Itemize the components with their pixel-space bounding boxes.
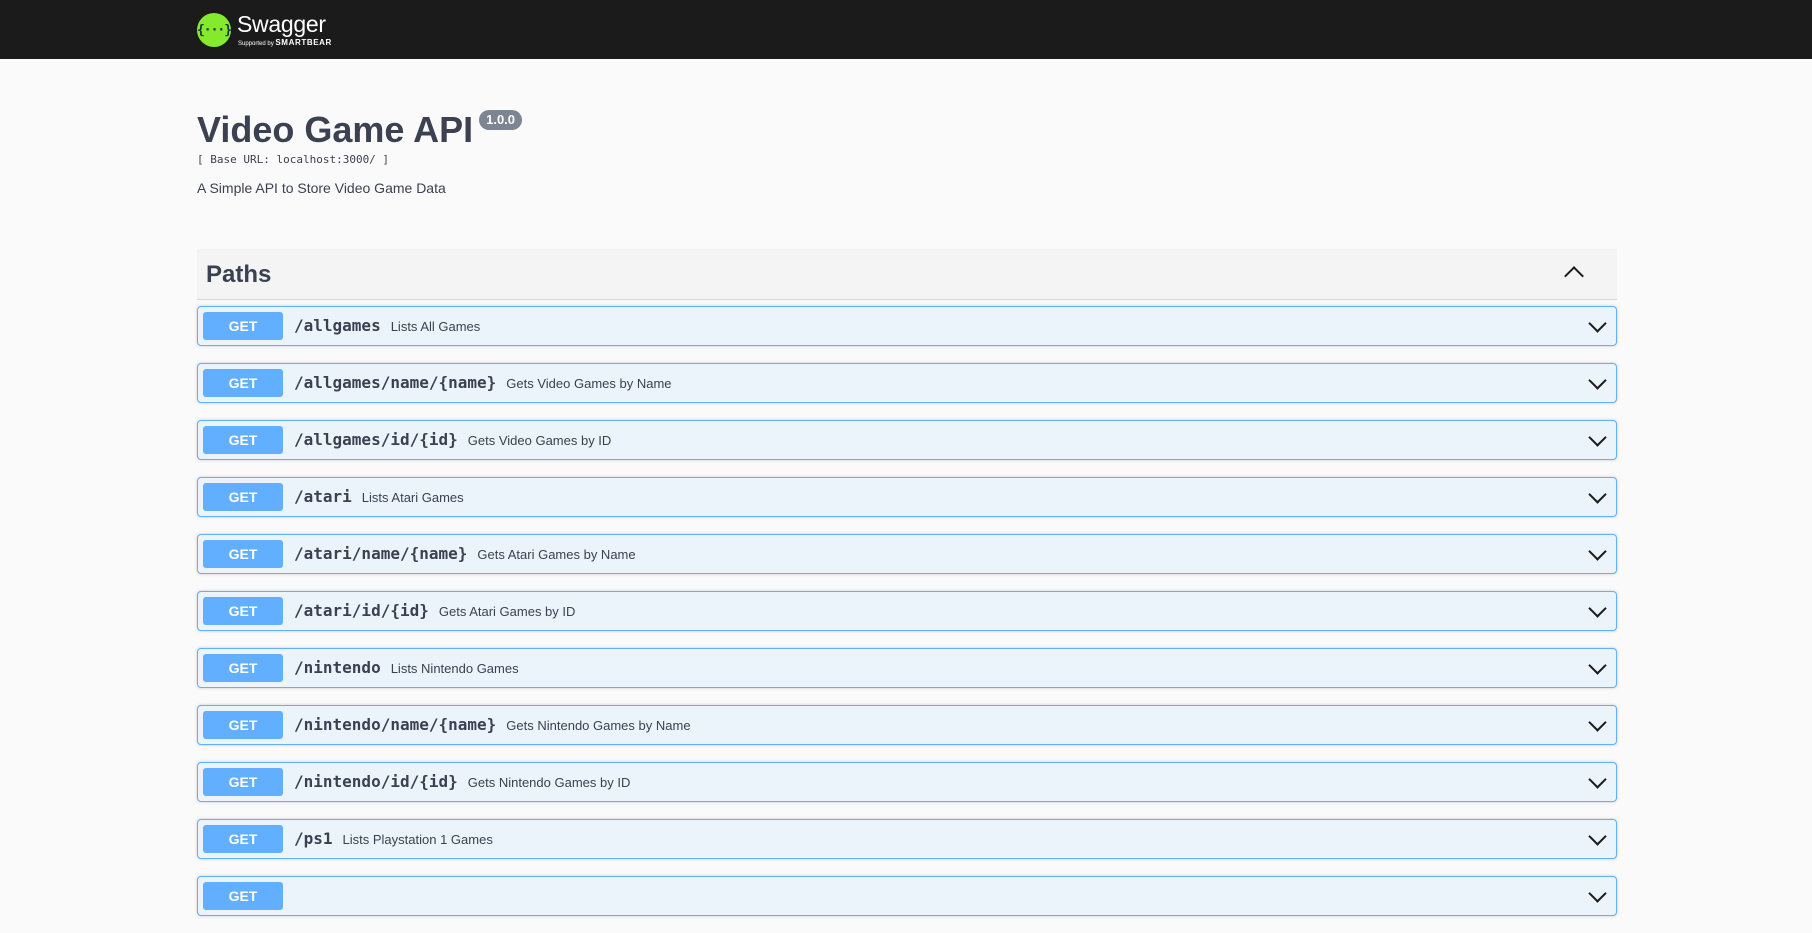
brand-company: SMARTBEAR xyxy=(275,38,332,47)
chevron-down-icon[interactable] xyxy=(1588,599,1607,618)
operation-row[interactable]: GET xyxy=(197,876,1617,916)
topbar: {···} Swagger Supported by SMARTBEAR xyxy=(0,0,1812,59)
operation-row[interactable]: GET/allgames Lists All Games xyxy=(197,306,1617,346)
operation-row[interactable]: GET/allgames/id/{id} Gets Video Games by … xyxy=(197,420,1617,460)
chevron-down-icon[interactable] xyxy=(1588,884,1607,903)
operation-summary: Gets Video Games by Name xyxy=(506,376,672,391)
chevron-down-icon[interactable] xyxy=(1588,827,1607,846)
operation-summary: Lists Atari Games xyxy=(361,490,464,505)
method-badge[interactable]: GET xyxy=(203,312,283,340)
operation-summary: Gets Atari Games by ID xyxy=(438,604,576,619)
operation-path-group[interactable]: /nintendo/name/{name} Gets Nintendo Games… xyxy=(294,715,691,734)
brand-text: Swagger Supported by SMARTBEAR xyxy=(237,11,332,48)
method-badge[interactable]: GET xyxy=(203,825,283,853)
brand-supported-label: Supported by xyxy=(238,41,274,47)
operation-path: /atari/name/{name} xyxy=(294,544,468,563)
swagger-logo-link[interactable]: {···} Swagger Supported by SMARTBEAR xyxy=(197,9,332,51)
operation-summary: Gets Nintendo Games by Name xyxy=(506,718,691,733)
chevron-down-icon[interactable] xyxy=(1588,542,1607,561)
operation-summary: Lists Nintendo Games xyxy=(390,661,519,676)
operation-row[interactable]: GET/nintendo/id/{id} Gets Nintendo Games … xyxy=(197,762,1617,802)
operations-list: GET/allgames Lists All Games GET/allgames/… xyxy=(197,306,1617,933)
operation-row[interactable]: GET/nintendo/name/{name} Gets Nintendo Ga… xyxy=(197,705,1617,745)
operation-path: /nintendo/id/{id} xyxy=(294,772,458,791)
operation-path-group[interactable]: /allgames Lists All Games xyxy=(294,316,480,335)
brand-name: Swagger xyxy=(237,11,326,37)
method-badge[interactable]: GET xyxy=(203,597,283,625)
api-info: Video Game API 1.0.0 [ Base URL: localho… xyxy=(197,100,523,196)
title-row: Video Game API 1.0.0 xyxy=(197,100,523,150)
paths-title: Paths xyxy=(206,261,272,288)
operation-summary: Gets Video Games by ID xyxy=(467,433,612,448)
operation-row[interactable]: GET/atari Lists Atari Games xyxy=(197,477,1617,517)
operation-row[interactable]: GET/nintendo Lists Nintendo Games xyxy=(197,648,1617,688)
operation-summary: Gets Nintendo Games by ID xyxy=(467,775,631,790)
method-badge[interactable]: GET xyxy=(203,540,283,568)
operation-path: /atari xyxy=(294,487,352,506)
operation-row[interactable]: GET/atari/name/{name} Gets Atari Games by… xyxy=(197,534,1617,574)
base-url: [ Base URL: localhost:3000/ ] xyxy=(197,153,390,166)
operation-path-group[interactable]: /atari/id/{id} Gets Atari Games by ID xyxy=(294,601,575,620)
swagger-braces-icon: {···} xyxy=(197,13,232,47)
method-badge[interactable]: GET xyxy=(203,426,283,454)
operation-row[interactable]: GET/ps1 Lists Playstation 1 Games xyxy=(197,819,1617,859)
method-badge[interactable]: GET xyxy=(203,711,283,739)
operation-path-group[interactable]: /ps1 Lists Playstation 1 Games xyxy=(294,829,493,848)
operation-path-group[interactable]: /atari/name/{name} Gets Atari Games by Na… xyxy=(294,544,636,563)
method-badge[interactable]: GET xyxy=(203,768,283,796)
operation-summary: Lists All Games xyxy=(390,319,481,334)
chevron-down-icon[interactable] xyxy=(1588,656,1607,675)
method-badge[interactable]: GET xyxy=(203,483,283,511)
operation-path: /allgames/name/{name} xyxy=(294,373,497,392)
operation-summary: Lists Playstation 1 Games xyxy=(342,832,493,847)
brand-supported-by: Supported by SMARTBEAR xyxy=(238,38,332,48)
version-badge: 1.0.0 xyxy=(479,110,523,130)
operation-row[interactable]: GET/atari/id/{id} Gets Atari Games by ID xyxy=(197,591,1617,631)
operation-row[interactable]: GET/allgames/name/{name} Gets Video Games… xyxy=(197,363,1617,403)
operation-path: /allgames xyxy=(294,316,381,335)
chevron-up-icon[interactable] xyxy=(1564,266,1584,286)
operation-path-group[interactable]: /atari Lists Atari Games xyxy=(294,487,464,506)
paths-section-header[interactable]: Paths xyxy=(197,249,1617,300)
chevron-down-icon[interactable] xyxy=(1588,371,1607,390)
operation-path: /nintendo xyxy=(294,658,381,677)
method-badge[interactable]: GET xyxy=(203,369,283,397)
operation-path: /ps1 xyxy=(294,829,333,848)
method-badge[interactable]: GET xyxy=(203,882,283,910)
operation-path: /nintendo/name/{name} xyxy=(294,715,497,734)
api-title: Video Game API xyxy=(197,109,474,150)
operation-path-group[interactable]: /allgames/id/{id} Gets Video Games by ID xyxy=(294,430,611,449)
chevron-down-icon[interactable] xyxy=(1588,713,1607,732)
chevron-down-icon[interactable] xyxy=(1588,314,1607,333)
operation-path-group[interactable]: /allgames/name/{name} Gets Video Games by… xyxy=(294,373,672,392)
api-description: A Simple API to Store Video Game Data xyxy=(197,180,446,196)
chevron-down-icon[interactable] xyxy=(1588,428,1607,447)
operation-path: /atari/id/{id} xyxy=(294,601,429,620)
operation-path-group[interactable]: /nintendo Lists Nintendo Games xyxy=(294,658,519,677)
chevron-down-icon[interactable] xyxy=(1588,485,1607,504)
chevron-down-icon[interactable] xyxy=(1588,770,1607,789)
method-badge[interactable]: GET xyxy=(203,654,283,682)
operation-path: /allgames/id/{id} xyxy=(294,430,458,449)
operation-summary: Gets Atari Games by Name xyxy=(477,547,636,562)
operation-path-group[interactable]: /nintendo/id/{id} Gets Nintendo Games by … xyxy=(294,772,630,791)
